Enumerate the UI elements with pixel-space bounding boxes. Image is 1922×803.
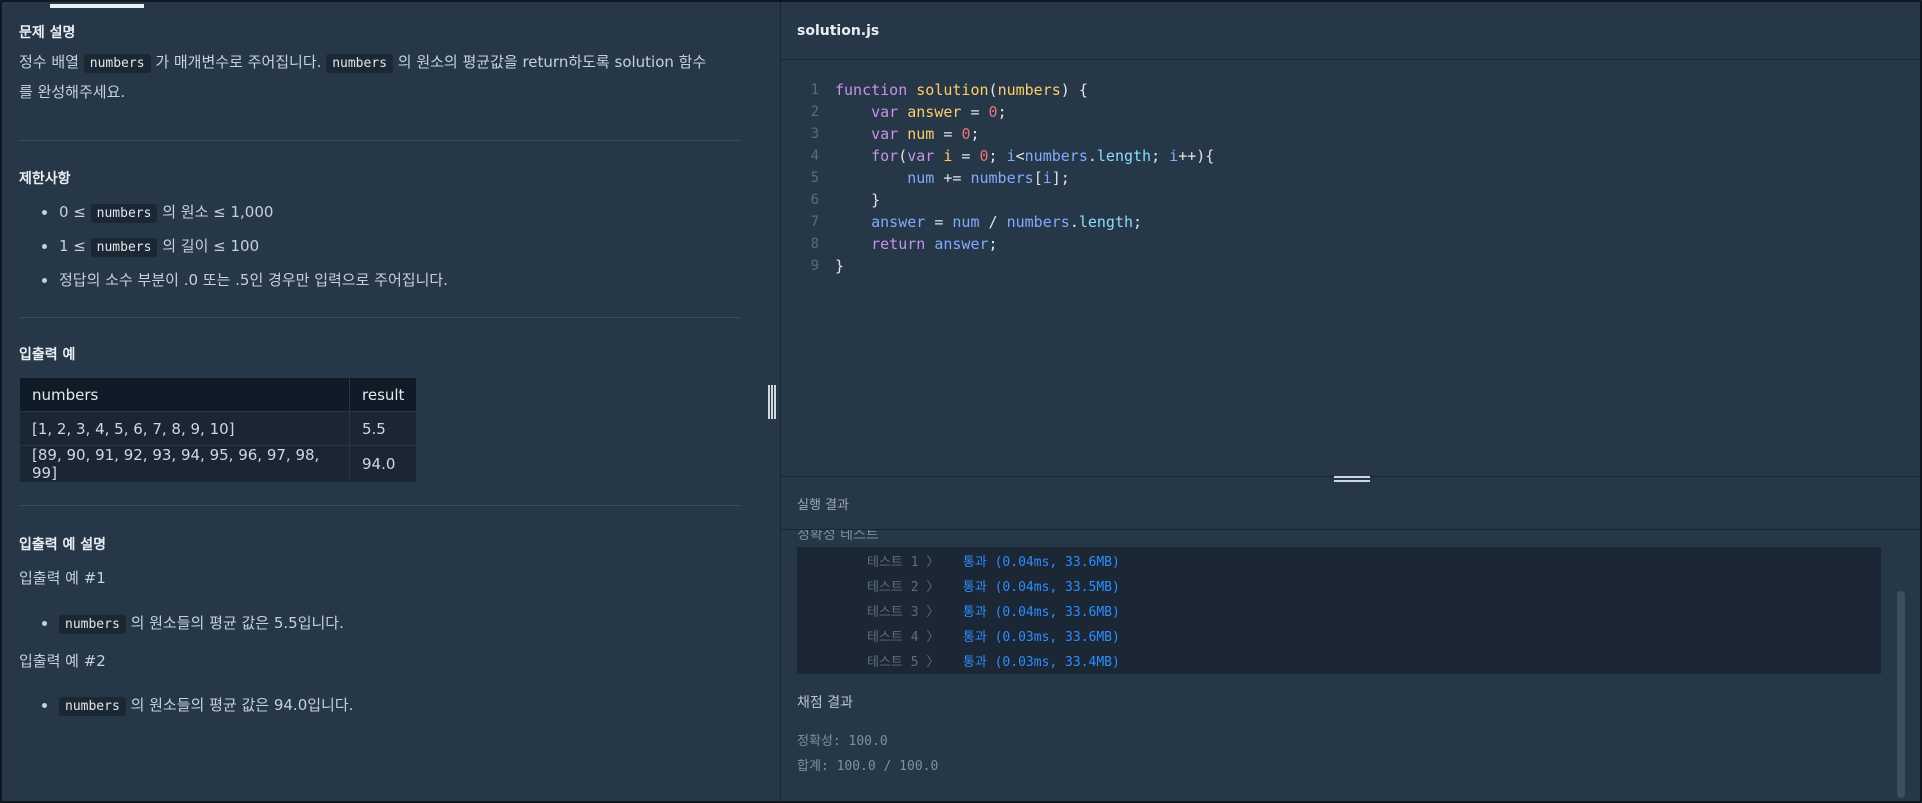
code-line: 3 var num = 0; xyxy=(810,125,980,143)
list-item: numbers 의 원소들의 평균 값은 5.5입니다. xyxy=(19,606,344,640)
example-2-list: numbers 의 원소들의 평균 값은 94.0입니다. xyxy=(19,688,353,722)
code-line: 2 var answer = 0; xyxy=(810,103,1007,121)
code-line: 9} xyxy=(810,257,845,275)
code-line: 1 function solution(numbers) { xyxy=(810,81,1088,99)
test-row: 테스트 3 〉 통과 (0.04ms, 33.6MB) xyxy=(867,605,1120,620)
table-row: [89, 90, 91, 92, 93, 94, 95, 96, 97, 98,… xyxy=(19,445,418,483)
test-row: 테스트 4 〉 통과 (0.03ms, 33.6MB) xyxy=(867,630,1120,645)
code-numbers: numbers xyxy=(83,54,151,73)
test-row: 테스트 5 〉 통과 (0.03ms, 33.4MB) xyxy=(867,655,1120,670)
io-table: numbers result [1, 2, 3, 4, 5, 6, 7, 8, … xyxy=(19,377,418,483)
code-line: 6 } xyxy=(810,191,881,209)
test-row: 테스트 2 〉 통과 (0.04ms, 33.5MB) xyxy=(867,580,1120,595)
total-score: 합계: 100.0 / 100.0 xyxy=(797,759,939,774)
result-panel[interactable]: 정확성 테스트 테스트 1 〉 통과 (0.04ms, 33.6MB) 테스트 … xyxy=(781,530,1921,801)
test-results-box: 테스트 1 〉 통과 (0.04ms, 33.6MB) 테스트 2 〉 통과 (… xyxy=(797,547,1881,674)
list-item: 0 ≤ numbers 의 원소 ≤ 1,000 xyxy=(19,195,749,229)
example-1-title: 입출력 예 #1 xyxy=(19,569,106,587)
divider xyxy=(19,317,740,318)
result-scrollbar[interactable] xyxy=(1897,591,1905,798)
vertical-resize-handle[interactable] xyxy=(768,385,776,419)
example-2-title: 입출력 예 #2 xyxy=(19,652,106,670)
grade-title: 채점 결과 xyxy=(797,695,853,711)
code-line: 4 for(var i = 0; i < numbers. length; i ++){ xyxy=(810,147,1215,165)
constraints-title: 제한사항 xyxy=(19,171,71,187)
horizontal-resize-handle[interactable] xyxy=(1334,476,1370,486)
description-text: 정수 배열 numbers 가 매개변수로 주어집니다. numbers 의 원… xyxy=(19,53,707,101)
problem-pane: 문제 설명 정수 배열 numbers 가 매개변수로 주어집니다. numbe… xyxy=(2,2,780,801)
example-1-list: numbers 의 원소들의 평균 값은 5.5입니다. xyxy=(19,606,344,640)
tab-indicator xyxy=(50,4,144,8)
accuracy-test-title: 정확성 테스트 xyxy=(797,530,879,543)
examples-title: 입출력 예 xyxy=(19,347,76,363)
code-line: 7 answer = num / numbers. length; xyxy=(810,213,1143,231)
code-line: 8 return answer; xyxy=(810,235,998,253)
description-title: 문제 설명 xyxy=(19,25,76,41)
editor-pane: solution.js 1 function solution(numbers) … xyxy=(780,2,1921,801)
code-numbers: numbers xyxy=(326,54,393,73)
code-editor[interactable]: 1 function solution(numbers) { 2 var answ… xyxy=(781,60,1920,474)
test-row: 테스트 1 〉 통과 (0.04ms, 33.6MB) xyxy=(867,555,1120,570)
code-line: 5 num += numbers[i]; xyxy=(810,169,1070,187)
table-header-row: numbers result xyxy=(19,377,418,412)
divider xyxy=(19,505,740,506)
constraints-list: 0 ≤ numbers 의 원소 ≤ 1,000 1 ≤ numbers 의 길… xyxy=(19,195,749,297)
explain-title: 입출력 예 설명 xyxy=(19,537,107,553)
editor-filename: solution.js xyxy=(781,2,1920,60)
divider xyxy=(19,140,740,141)
list-item: 정답의 소수 부분이 .0 또는 .5인 경우만 입력으로 주어집니다. xyxy=(19,263,749,297)
list-item: numbers 의 원소들의 평균 값은 94.0입니다. xyxy=(19,688,353,722)
table-row: [1, 2, 3, 4, 5, 6, 7, 8, 9, 10] 5.5 xyxy=(19,411,418,446)
list-item: 1 ≤ numbers 의 길이 ≤ 100 xyxy=(19,229,749,263)
accuracy-score: 정확성: 100.0 xyxy=(797,734,888,749)
